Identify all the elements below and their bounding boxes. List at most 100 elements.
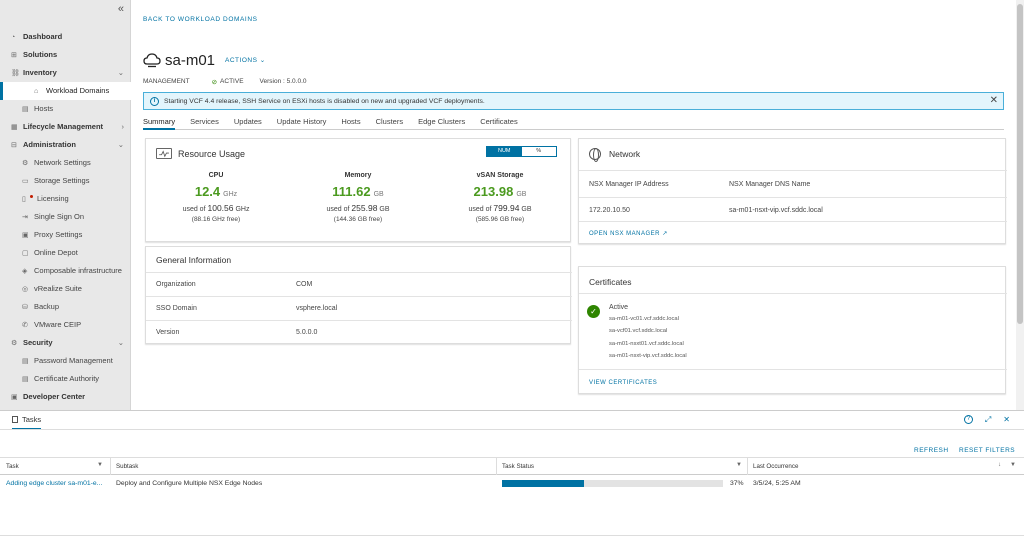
filter-icon[interactable]: ▼ bbox=[1010, 462, 1016, 468]
close-icon[interactable]: ✕ bbox=[990, 95, 998, 106]
network-title: Network bbox=[609, 149, 641, 159]
sidebar-item-label: vRealize Suite bbox=[34, 284, 82, 293]
info-row: Version 5.0.0.0 bbox=[146, 320, 572, 344]
sidebar-item-dashboard[interactable]: ◔ Dashboard bbox=[0, 28, 131, 46]
progress-label: 37% bbox=[730, 480, 744, 487]
sidebar-item-label: Password Management bbox=[34, 356, 113, 365]
total-unit: GHz bbox=[235, 206, 250, 213]
actions-label: ACTIONS bbox=[225, 57, 258, 64]
sidebar-item-proxy[interactable]: ▣ Proxy Settings bbox=[0, 226, 131, 244]
sidebar-item-label: Network Settings bbox=[34, 158, 91, 167]
view-certificates-link[interactable]: VIEW CERTIFICATES bbox=[589, 380, 657, 386]
inventory-icon: ⛓ bbox=[11, 70, 20, 77]
column-header-task[interactable]: Task bbox=[6, 463, 19, 470]
metric-memory: Memory 111.62 GB used of 255.98 GB (144.3… bbox=[288, 172, 428, 223]
sidebar-item-workload-domains[interactable]: ⌂ Workload Domains bbox=[0, 82, 131, 100]
tab-edge-clusters[interactable]: Edge Clusters bbox=[418, 114, 465, 130]
app-root: « ◔ Dashboard ⊞ Solutions ⛓ Inventory ⌄ ⌂ Wor… bbox=[0, 0, 1024, 538]
storage-icon: ▭ bbox=[22, 178, 29, 185]
expand-icon[interactable]: ⤢ bbox=[985, 415, 991, 425]
column-header-subtask[interactable]: Subtask bbox=[116, 463, 138, 470]
ca-icon: ▤ bbox=[22, 376, 29, 383]
sidebar-item-security[interactable]: ⚙ Security ⌄ bbox=[0, 334, 131, 352]
sidebar-item-developer[interactable]: ▣ Developer Center bbox=[0, 388, 131, 406]
tab-updates[interactable]: Updates bbox=[234, 114, 262, 130]
metric-free: (88.16 GHz free) bbox=[191, 216, 241, 223]
used-prefix: used of bbox=[182, 206, 206, 213]
sidebar-item-label: Certificate Authority bbox=[34, 374, 100, 383]
column-separator[interactable] bbox=[747, 458, 748, 475]
progress-bar bbox=[502, 480, 723, 487]
sidebar-item-composable[interactable]: ◈ Composable infrastructure bbox=[0, 262, 131, 280]
close-icon[interactable]: ✕ bbox=[1003, 415, 1010, 425]
tab-clusters[interactable]: Clusters bbox=[376, 114, 404, 130]
version-label: Version : 5.0.0.0 bbox=[259, 78, 307, 85]
metric-unit: GB bbox=[373, 191, 384, 198]
metric-value: 111.62 GB bbox=[288, 184, 428, 199]
chevron-down-icon: ⌄ bbox=[117, 68, 124, 77]
tab-certificates[interactable]: Certificates bbox=[480, 114, 518, 130]
main-scrollbar[interactable] bbox=[1016, 0, 1024, 410]
alert-dot bbox=[30, 195, 33, 198]
sidebar-item-label: VMware CEIP bbox=[34, 320, 82, 329]
sort-down-icon[interactable]: ↓ bbox=[998, 462, 1001, 468]
refresh-button[interactable]: REFRESH bbox=[914, 447, 949, 454]
network-header: Network bbox=[589, 148, 641, 162]
open-nsx-manager-link[interactable]: OPEN NSX MANAGER ↗ bbox=[589, 230, 668, 237]
banner-text: Starting VCF 4.4 release, SSH Service on… bbox=[164, 97, 485, 105]
info-key: Organization bbox=[156, 281, 196, 288]
metric-used: used of 799.94 GB bbox=[430, 203, 570, 213]
column-header: NSX Manager IP Address bbox=[589, 181, 669, 188]
actions-dropdown[interactable]: ACTIONS ⌄ bbox=[225, 56, 266, 64]
collapse-sidebar-icon[interactable]: « bbox=[118, 3, 124, 15]
cert-status: Active bbox=[609, 304, 629, 311]
filter-icon[interactable]: ▼ bbox=[97, 462, 103, 468]
sidebar-item-solutions[interactable]: ⊞ Solutions bbox=[0, 46, 131, 64]
tab-update-history[interactable]: Update History bbox=[277, 114, 327, 130]
sidebar-item-password[interactable]: ▤ Password Management bbox=[0, 352, 131, 370]
clipboard-icon bbox=[12, 416, 18, 423]
filter-icon[interactable]: ▼ bbox=[736, 462, 742, 468]
sidebar-item-network-settings[interactable]: ⚙ Network Settings bbox=[0, 154, 131, 172]
metric-number: 111.62 bbox=[332, 184, 371, 199]
table-row[interactable]: Adding edge cluster sa-m01-e... Deploy a… bbox=[0, 475, 1024, 493]
sidebar-item-hosts[interactable]: ▤ Hosts bbox=[0, 100, 131, 118]
license-icon: ▯ bbox=[22, 196, 26, 203]
column-separator[interactable] bbox=[110, 458, 111, 475]
certificates-title: Certificates bbox=[589, 277, 632, 287]
column-separator[interactable] bbox=[496, 458, 497, 475]
tab-services[interactable]: Services bbox=[190, 114, 219, 130]
column-header-status[interactable]: Task Status bbox=[502, 463, 534, 470]
tab-bar: Summary Services Updates Update History … bbox=[143, 114, 1004, 130]
sidebar-item-ca[interactable]: ▤ Certificate Authority bbox=[0, 370, 131, 388]
help-icon[interactable]: ? bbox=[963, 415, 973, 424]
sidebar-item-lifecycle[interactable]: ▦ Lifecycle Management › bbox=[0, 118, 131, 136]
sidebar-item-ceip[interactable]: ✆ VMware CEIP bbox=[0, 316, 131, 334]
sidebar-item-sso[interactable]: ⇥ Single Sign On bbox=[0, 208, 131, 226]
metric-value: 12.4 GHz bbox=[146, 184, 286, 199]
chevron-right-icon: › bbox=[121, 122, 125, 131]
used-prefix: used of bbox=[326, 206, 350, 213]
tab-summary[interactable]: Summary bbox=[143, 114, 176, 130]
subtask-cell: Deploy and Configure Multiple NSX Edge N… bbox=[116, 480, 263, 487]
tab-hosts[interactable]: Hosts bbox=[341, 114, 360, 130]
tasks-tab[interactable]: Tasks bbox=[12, 415, 42, 430]
sidebar-item-inventory[interactable]: ⛓ Inventory ⌄ bbox=[0, 64, 131, 82]
column-header-last-occurrence[interactable]: Last Occurrence bbox=[753, 463, 798, 470]
reset-filters-button[interactable]: RESET FILTERS bbox=[959, 447, 1015, 454]
sidebar-item-backup[interactable]: ⛁ Backup bbox=[0, 298, 131, 316]
metric-total: 255.98 bbox=[351, 203, 378, 213]
sidebar-item-storage-settings[interactable]: ▭ Storage Settings bbox=[0, 172, 131, 190]
sidebar-item-administration[interactable]: ⊟ Administration ⌄ bbox=[0, 136, 131, 154]
toggle-percent[interactable]: % bbox=[522, 147, 557, 156]
toggle-num[interactable]: NUM bbox=[487, 147, 522, 156]
task-link[interactable]: Adding edge cluster sa-m01-e... bbox=[6, 480, 102, 487]
sidebar-item-label: Workload Domains bbox=[46, 86, 110, 95]
scroll-thumb[interactable] bbox=[1017, 4, 1023, 324]
back-link[interactable]: BACK TO WORKLOAD DOMAINS bbox=[143, 16, 258, 23]
sidebar-item-licensing[interactable]: ▯ Licensing bbox=[0, 190, 131, 208]
sidebar-item-vrealize[interactable]: ◎ vRealize Suite bbox=[0, 280, 131, 298]
sidebar-item-online-depot[interactable]: ▢ Online Depot bbox=[0, 244, 131, 262]
tasks-tab-label: Tasks bbox=[22, 415, 42, 424]
divider bbox=[0, 429, 1024, 430]
